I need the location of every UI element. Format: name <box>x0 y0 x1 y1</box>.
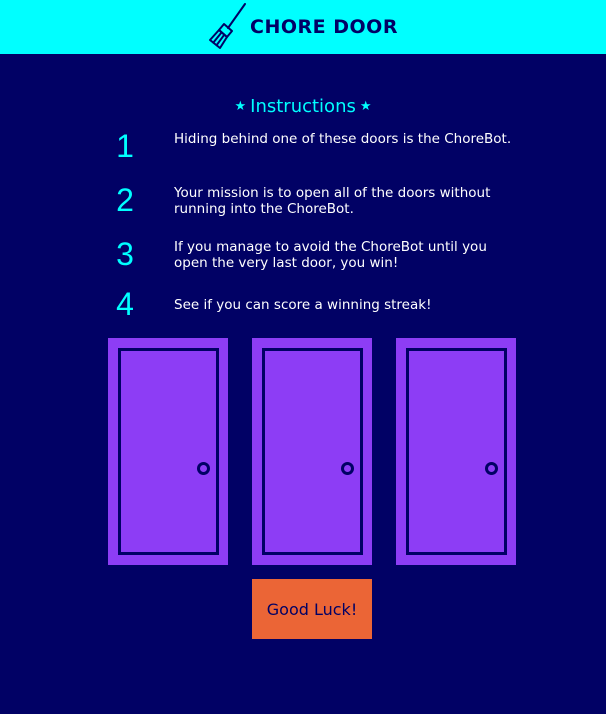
door-panel <box>118 348 219 555</box>
step-text: Hiding behind one of these doors is the … <box>174 131 512 147</box>
door-panel <box>406 348 507 555</box>
step-text: See if you can score a winning streak! <box>174 297 432 313</box>
star-icon: ★ <box>359 99 372 114</box>
step-text: If you manage to avoid the ChoreBot unti… <box>174 239 487 271</box>
step-number: 1 <box>116 128 134 164</box>
app-title: CHORE DOOR <box>250 16 398 38</box>
door-2[interactable] <box>252 338 372 565</box>
door-knob-icon <box>341 462 354 475</box>
door-panel <box>262 348 363 555</box>
broom-icon <box>209 3 247 49</box>
step-text: Your mission is to open all of the doors… <box>174 185 491 217</box>
door-3[interactable] <box>396 338 516 565</box>
good-luck-button[interactable]: Good Luck! <box>252 579 372 639</box>
door-1[interactable] <box>108 338 228 565</box>
door-knob-icon <box>485 462 498 475</box>
star-icon: ★ <box>234 99 247 114</box>
step-number: 2 <box>116 182 134 218</box>
step-number: 4 <box>116 286 134 322</box>
step-number: 3 <box>116 236 134 272</box>
instructions-title: Instructions <box>250 96 356 117</box>
instructions-heading: ★ Instructions ★ <box>0 96 606 117</box>
header-bar: CHORE DOOR <box>0 0 606 54</box>
door-knob-icon <box>197 462 210 475</box>
